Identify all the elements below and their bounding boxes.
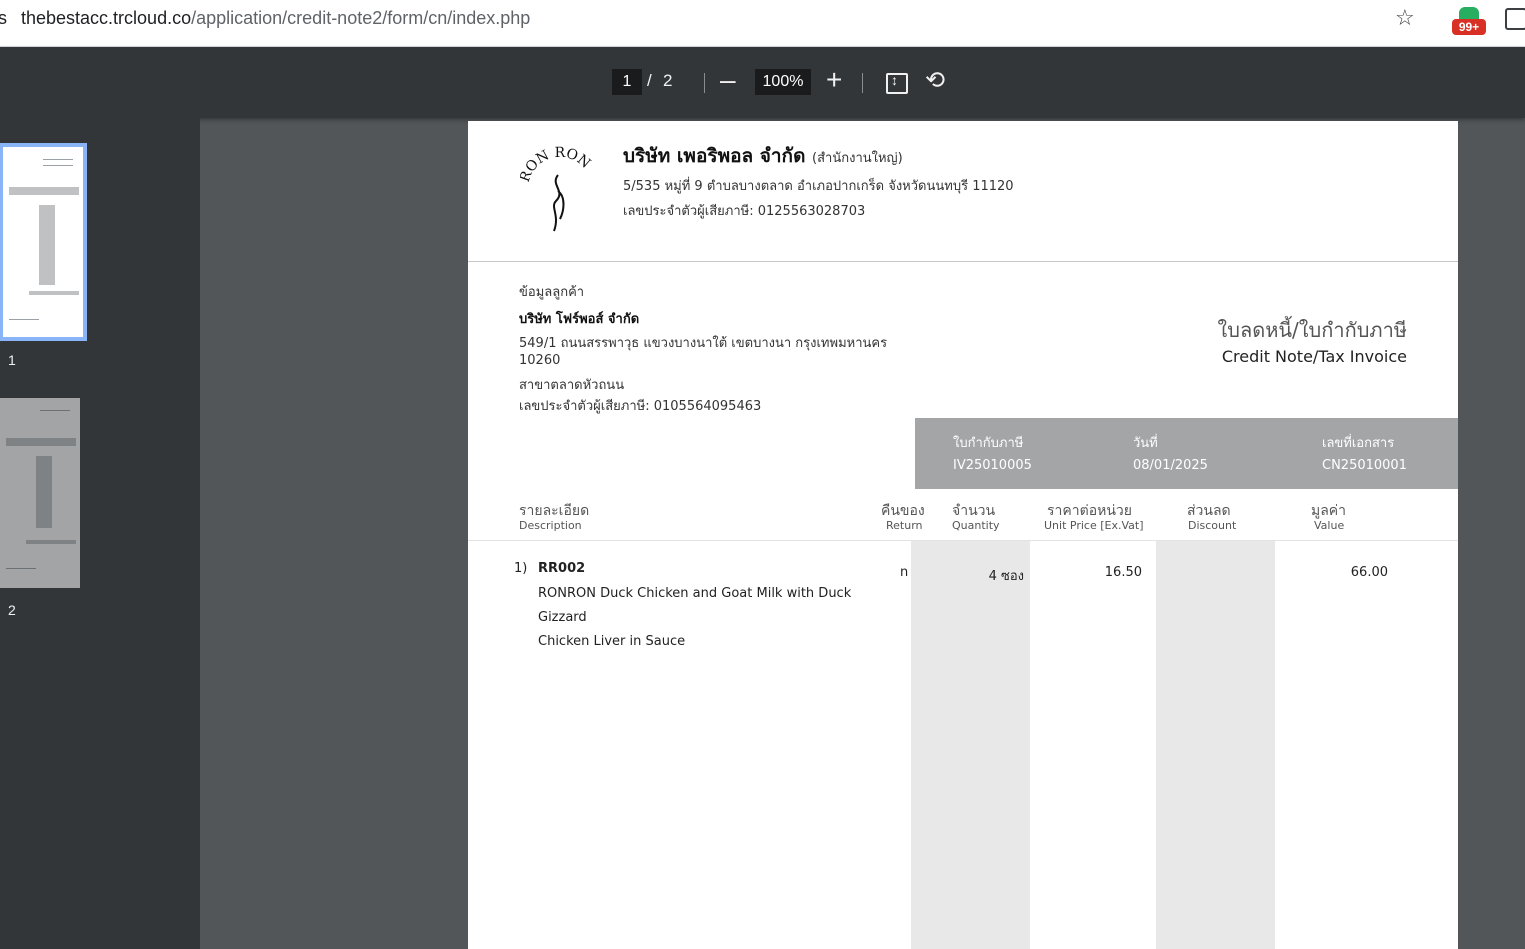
customer-name: บริษัท โฟร์พอส์ จำกัด <box>519 312 640 327</box>
page-separator: / <box>647 71 652 90</box>
document-title-thai: ใบลดหนี้/ใบกำกับภาษี <box>1217 318 1407 342</box>
item-description-line2: Chicken Liver in Sauce <box>538 634 686 649</box>
thumb-line <box>43 165 73 166</box>
thumb-line <box>6 568 36 569</box>
customer-info-label: ข้อมูลลูกค้า <box>519 285 585 300</box>
table-header-divider <box>468 540 1458 541</box>
customer-tax-id: เลขประจำตัวผู้เสียภาษี: 0105564095463 <box>519 399 762 414</box>
rotate-icon[interactable]: ⟲ <box>925 66 945 95</box>
col-header-unit-price-en: Unit Price [Ex.Vat] <box>1044 519 1144 532</box>
col-header-quantity-en: Quantity <box>952 519 1000 532</box>
bookmark-star-icon[interactable]: ☆ <box>1395 6 1415 31</box>
thumb-column <box>36 456 52 528</box>
col-header-return-en: Return <box>886 519 923 532</box>
customer-branch: สาขาตลาดหัวถนน <box>519 378 625 393</box>
total-pages: 2 <box>663 71 673 90</box>
company-address: 5/535 หมู่ที่ 9 ตำบลบางตลาด อำเภอปากเกร็… <box>623 179 1014 194</box>
zoom-in-icon[interactable]: + <box>826 64 842 96</box>
toolbar-divider <box>704 73 705 93</box>
document-info-box: ใบกำกับภาษี IV25010005 วันที่ 08/01/2025… <box>915 418 1458 489</box>
company-tax-id: เลขประจำตัวผู้เสียภาษี: 0125563028703 <box>623 204 866 219</box>
company-branch: (สำนักงานใหญ่) <box>812 151 903 166</box>
address-bar[interactable]: s thebestacc.trcloud.co/application/cred… <box>0 0 1525 47</box>
item-index: 1) <box>514 561 528 576</box>
zoom-out-icon[interactable]: – <box>720 64 736 96</box>
page-thumbnail-2[interactable] <box>0 398 80 588</box>
fit-page-icon[interactable] <box>886 72 908 94</box>
thumb-total-bar <box>26 540 76 544</box>
pdf-page: RON RON บริษัท เพอริพอล จำกัด (สำนักงานใ… <box>468 121 1458 949</box>
date-label: วันที่ <box>1133 436 1158 451</box>
col-header-description-en: Description <box>519 519 582 532</box>
extension-badge: 99+ <box>1452 19 1486 35</box>
pdf-toolbar: 1 / 2 – 100% + ⟲ <box>0 47 1525 118</box>
item-unit-price: 16.50 <box>1104 565 1142 580</box>
item-description: RONRON Duck Chicken and Goat Milk with D… <box>538 582 878 654</box>
invoice-label: ใบกำกับภาษี <box>953 436 1024 451</box>
item-quantity: 4 ซอง <box>988 569 1024 584</box>
thumbnail-sidebar: 1 2 <box>0 118 200 949</box>
ronron-logo: RON RON <box>520 145 593 232</box>
item-value: 66.00 <box>1350 565 1388 580</box>
customer-address-line1: 549/1 ถนนสรรพาวุธ แขวงบางนาใต้ เขตบางนา … <box>519 336 888 351</box>
thumb-line <box>40 410 70 411</box>
col-header-discount-en: Discount <box>1188 519 1237 532</box>
page-number-input[interactable]: 1 <box>612 69 642 95</box>
toolbar-divider <box>862 73 863 93</box>
thumb-header-bar <box>9 187 79 195</box>
url-path: /application/credit-note2/form/cn/index.… <box>191 8 531 28</box>
thumb-column <box>39 205 55 285</box>
url-domain: thebestacc.trcloud.co <box>21 8 192 28</box>
company-name: บริษัท เพอริพอล จำกัด (สำนักงานใหญ่) <box>623 141 903 171</box>
col-header-value-en: Value <box>1314 519 1345 532</box>
thumbnail-label-2: 2 <box>8 602 16 618</box>
extensions-puzzle-icon[interactable] <box>1505 8 1525 30</box>
date-value: 08/01/2025 <box>1133 458 1208 473</box>
header-divider <box>468 261 1458 262</box>
thumbnail-label-1: 1 <box>8 352 16 368</box>
zoom-level-input[interactable]: 100% <box>755 69 811 95</box>
return-quantity-column-shade <box>911 540 1030 949</box>
thumb-line <box>43 159 73 160</box>
document-title-english: Credit Note/Tax Invoice <box>1221 347 1407 366</box>
doc-number-label: เลขที่เอกสาร <box>1322 436 1395 451</box>
item-description-line1: RONRON Duck Chicken and Goat Milk with D… <box>538 586 852 625</box>
url-text[interactable]: thebestacc.trcloud.co/application/credit… <box>21 8 530 29</box>
item-code: RR002 <box>538 561 586 576</box>
thumb-line <box>9 319 39 320</box>
url-prefix: s <box>0 8 7 28</box>
customer-address-line2: 10260 <box>519 353 561 368</box>
discount-column-shade <box>1156 540 1275 949</box>
company-name-text: บริษัท เพอริพอล จำกัด <box>623 145 806 167</box>
thumb-header-bar <box>6 438 76 446</box>
doc-number-value: CN25010001 <box>1322 458 1407 473</box>
thumb-total-bar <box>29 291 79 295</box>
extension-icon[interactable]: 99+ <box>1452 7 1486 35</box>
invoice-number: IV25010005 <box>953 458 1032 473</box>
item-return: n <box>900 565 909 580</box>
page-thumbnail-1[interactable] <box>0 143 87 341</box>
